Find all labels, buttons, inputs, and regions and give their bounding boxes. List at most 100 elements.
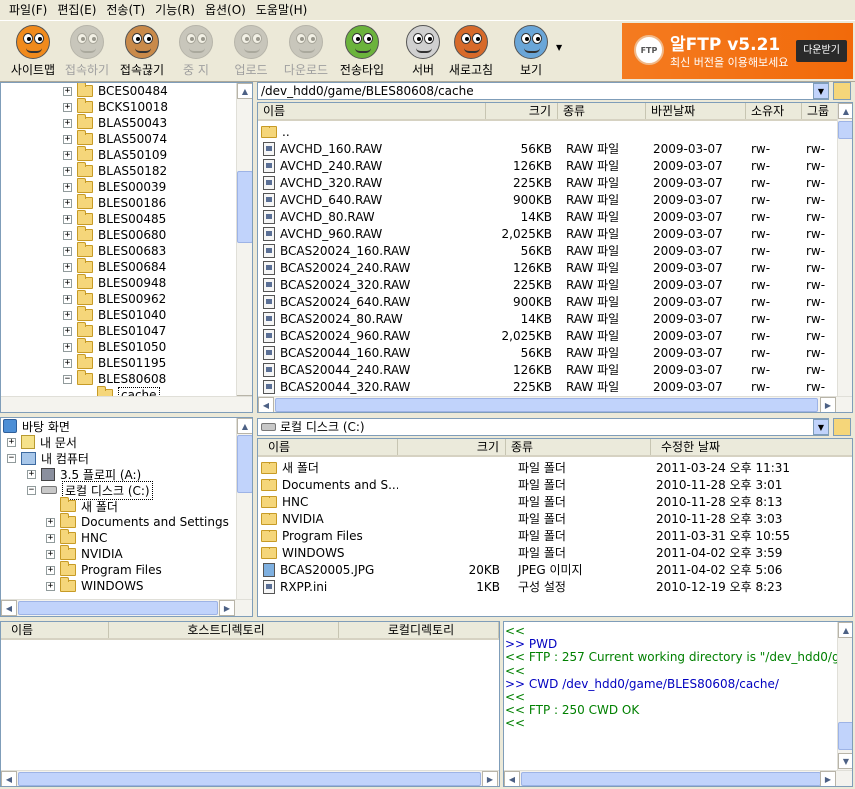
- local-path-dropdown-icon[interactable]: ▼: [813, 419, 829, 435]
- collapse-icon[interactable]: −: [27, 485, 36, 495]
- column-header[interactable]: 종류: [506, 439, 651, 455]
- local-tree-item[interactable]: 새 폴더: [46, 497, 118, 514]
- table-row[interactable]: BCAS20044_160.RAW 56KB RAW 파일 2009-03-07 rw-…: [258, 344, 838, 361]
- scroll-left-arrow-icon[interactable]: ◀: [1, 600, 17, 616]
- column-header[interactable]: 종류: [558, 103, 646, 119]
- remote-tree-item[interactable]: + BLES00186: [63, 194, 166, 211]
- expand-icon[interactable]: +: [63, 86, 72, 96]
- expand-icon[interactable]: +: [63, 262, 72, 272]
- collapse-icon[interactable]: −: [7, 453, 16, 463]
- remote-tree-item[interactable]: + BLES01040: [63, 306, 166, 323]
- expand-icon[interactable]: +: [46, 533, 55, 543]
- scroll-left-arrow-icon[interactable]: ◀: [258, 397, 274, 412]
- local-tree-item[interactable]: + Program Files: [46, 561, 162, 578]
- remote-tree-item[interactable]: + BLES01195: [63, 354, 166, 371]
- expand-icon[interactable]: +: [63, 326, 72, 336]
- table-row[interactable]: AVCHD_960.RAW 2,025KB RAW 파일 2009-03-07 rw-r…: [258, 225, 838, 242]
- table-row[interactable]: BCAS20024_640.RAW 900KB RAW 파일 2009-03-07 rw…: [258, 293, 838, 310]
- table-row[interactable]: AVCHD_160.RAW 56KB RAW 파일 2009-03-07 rw-rw-: [258, 140, 838, 157]
- local-tree-item[interactable]: − 로컬 디스크 (C:): [27, 480, 153, 500]
- scroll-down-arrow-icon[interactable]: ▼: [838, 753, 852, 769]
- table-row[interactable]: AVCHD_640.RAW 900KB RAW 파일 2009-03-07 rw-rw-: [258, 191, 838, 208]
- remote-tree-item[interactable]: + BCKS10018: [63, 98, 168, 115]
- local-tree-item[interactable]: + Documents and Settings: [46, 513, 229, 530]
- scroll-thumb[interactable]: [838, 121, 852, 139]
- remote-tree-item[interactable]: + BLAS50109: [63, 146, 167, 163]
- remote-tree-scrollbar[interactable]: ▲ ▼: [236, 83, 252, 411]
- column-header[interactable]: 이름: [258, 103, 486, 119]
- scroll-right-arrow-icon[interactable]: ▶: [482, 771, 498, 786]
- table-row[interactable]: BCAS20005.JPG 20KB JPEG 이미지 2011-04-02 오후 5…: [258, 561, 852, 578]
- local-tree-item[interactable]: + NVIDIA: [46, 545, 123, 562]
- scroll-up-arrow-icon[interactable]: ▲: [838, 103, 852, 119]
- toolbar-button-1[interactable]: 접속하기: [58, 23, 116, 81]
- remote-parent-folder-icon[interactable]: [833, 82, 851, 100]
- remote-tree-item[interactable]: + BLES00962: [63, 290, 166, 307]
- table-row[interactable]: AVCHD_320.RAW 225KB RAW 파일 2009-03-07 rw-rw-: [258, 174, 838, 191]
- scroll-thumb[interactable]: [18, 601, 218, 615]
- remote-list-hscrollbar[interactable]: ◀ ▶: [258, 396, 852, 412]
- table-row[interactable]: BCAS20024_240.RAW 126KB RAW 파일 2009-03-07 rw…: [258, 259, 838, 276]
- column-header[interactable]: 수정한 날짜: [651, 439, 852, 455]
- remote-tree-item[interactable]: + BLES00684: [63, 258, 166, 275]
- menu-item-5[interactable]: 도움말(H): [251, 0, 313, 20]
- scroll-left-arrow-icon[interactable]: ◀: [1, 771, 17, 786]
- expand-icon[interactable]: +: [46, 581, 55, 591]
- toolbar-button-2[interactable]: 접속끊기: [113, 23, 171, 81]
- scroll-left-arrow-icon[interactable]: ◀: [504, 771, 520, 786]
- banner-download-button[interactable]: 다운받기: [796, 40, 847, 62]
- scroll-thumb[interactable]: [18, 772, 481, 786]
- table-row[interactable]: WINDOWS 파일 폴더 2011-04-02 오후 3:59: [258, 544, 852, 561]
- local-parent-folder-icon[interactable]: [833, 418, 851, 436]
- remote-tree-item[interactable]: + BLAS50043: [63, 114, 167, 131]
- expand-icon[interactable]: +: [63, 150, 72, 160]
- expand-icon[interactable]: +: [63, 230, 72, 240]
- expand-icon[interactable]: +: [27, 469, 36, 479]
- expand-icon[interactable]: +: [63, 246, 72, 256]
- table-row[interactable]: BCAS20024_160.RAW 56KB RAW 파일 2009-03-07 rw-…: [258, 242, 838, 259]
- remote-tree-item[interactable]: + BLES00683: [63, 242, 166, 259]
- expand-icon[interactable]: +: [63, 278, 72, 288]
- remote-path-dropdown-icon[interactable]: ▼: [813, 83, 829, 99]
- scroll-thumb[interactable]: [521, 772, 821, 786]
- toolbar-button-0[interactable]: 사이트맵: [4, 23, 62, 81]
- expand-icon[interactable]: +: [63, 310, 72, 320]
- table-row[interactable]: AVCHD_80.RAW 14KB RAW 파일 2009-03-07 rw-rw-: [258, 208, 838, 225]
- scroll-up-arrow-icon[interactable]: ▲: [237, 83, 252, 99]
- expand-icon[interactable]: +: [63, 102, 72, 112]
- table-row[interactable]: ..: [258, 123, 838, 140]
- local-tree-item[interactable]: − 내 컴퓨터: [7, 450, 89, 466]
- table-row[interactable]: BCAS20044_320.RAW 225KB RAW 파일 2009-03-07 rw…: [258, 378, 838, 395]
- table-row[interactable]: Documents and S... 파일 폴더 2010-11-28 오후 3:0…: [258, 476, 852, 493]
- local-tree-item[interactable]: + HNC: [46, 529, 107, 546]
- remote-tree-item[interactable]: + BLAS50074: [63, 130, 167, 147]
- remote-path-input[interactable]: /dev_hdd0/game/BLES80608/cache: [257, 82, 829, 100]
- local-tree-item[interactable]: + 내 문서: [7, 434, 77, 450]
- expand-icon[interactable]: +: [63, 342, 72, 352]
- collapse-icon[interactable]: −: [63, 374, 72, 384]
- expand-icon[interactable]: +: [63, 358, 72, 368]
- expand-icon[interactable]: +: [63, 198, 72, 208]
- table-row[interactable]: BCAS20024_960.RAW 2,025KB RAW 파일 2009-03-07…: [258, 327, 838, 344]
- log-scrollbar[interactable]: ▲ ▼: [837, 622, 852, 770]
- table-row[interactable]: HNC 파일 폴더 2010-11-28 오후 8:13: [258, 493, 852, 510]
- table-row[interactable]: 새 폴더 파일 폴더 2011-03-24 오후 11:31: [258, 459, 852, 476]
- column-header[interactable]: 크기: [486, 103, 558, 119]
- table-row[interactable]: Program Files 파일 폴더 2011-03-31 오후 10:55: [258, 527, 852, 544]
- scroll-up-arrow-icon[interactable]: ▲: [237, 418, 252, 434]
- menu-item-3[interactable]: 기능(R): [150, 0, 200, 20]
- column-header[interactable]: 이름: [258, 439, 398, 455]
- table-row[interactable]: RXPP.ini 1KB 구성 설정 2010-12-19 오후 8:23: [258, 578, 852, 595]
- log-hscrollbar[interactable]: ◀ ▶: [504, 770, 852, 786]
- local-tree-item[interactable]: 바탕 화면: [3, 418, 70, 434]
- column-header[interactable]: 호스트디렉토리: [109, 622, 339, 638]
- remote-list-scrollbar[interactable]: ▲: [837, 103, 852, 396]
- local-tree-item[interactable]: + WINDOWS: [46, 577, 144, 594]
- local-tree-hscrollbar[interactable]: ◀ ▶: [1, 599, 252, 616]
- toolbar-overflow-icon[interactable]: ▼: [556, 43, 562, 52]
- local-tree-scrollbar[interactable]: ▲: [236, 418, 252, 599]
- local-path-input[interactable]: 로컬 디스크 (C:): [257, 418, 829, 436]
- toolbar-button-3[interactable]: 중 지: [167, 23, 225, 81]
- remote-tree-item[interactable]: + BLES01047: [63, 322, 166, 339]
- remote-tree-item[interactable]: + BLES00680: [63, 226, 166, 243]
